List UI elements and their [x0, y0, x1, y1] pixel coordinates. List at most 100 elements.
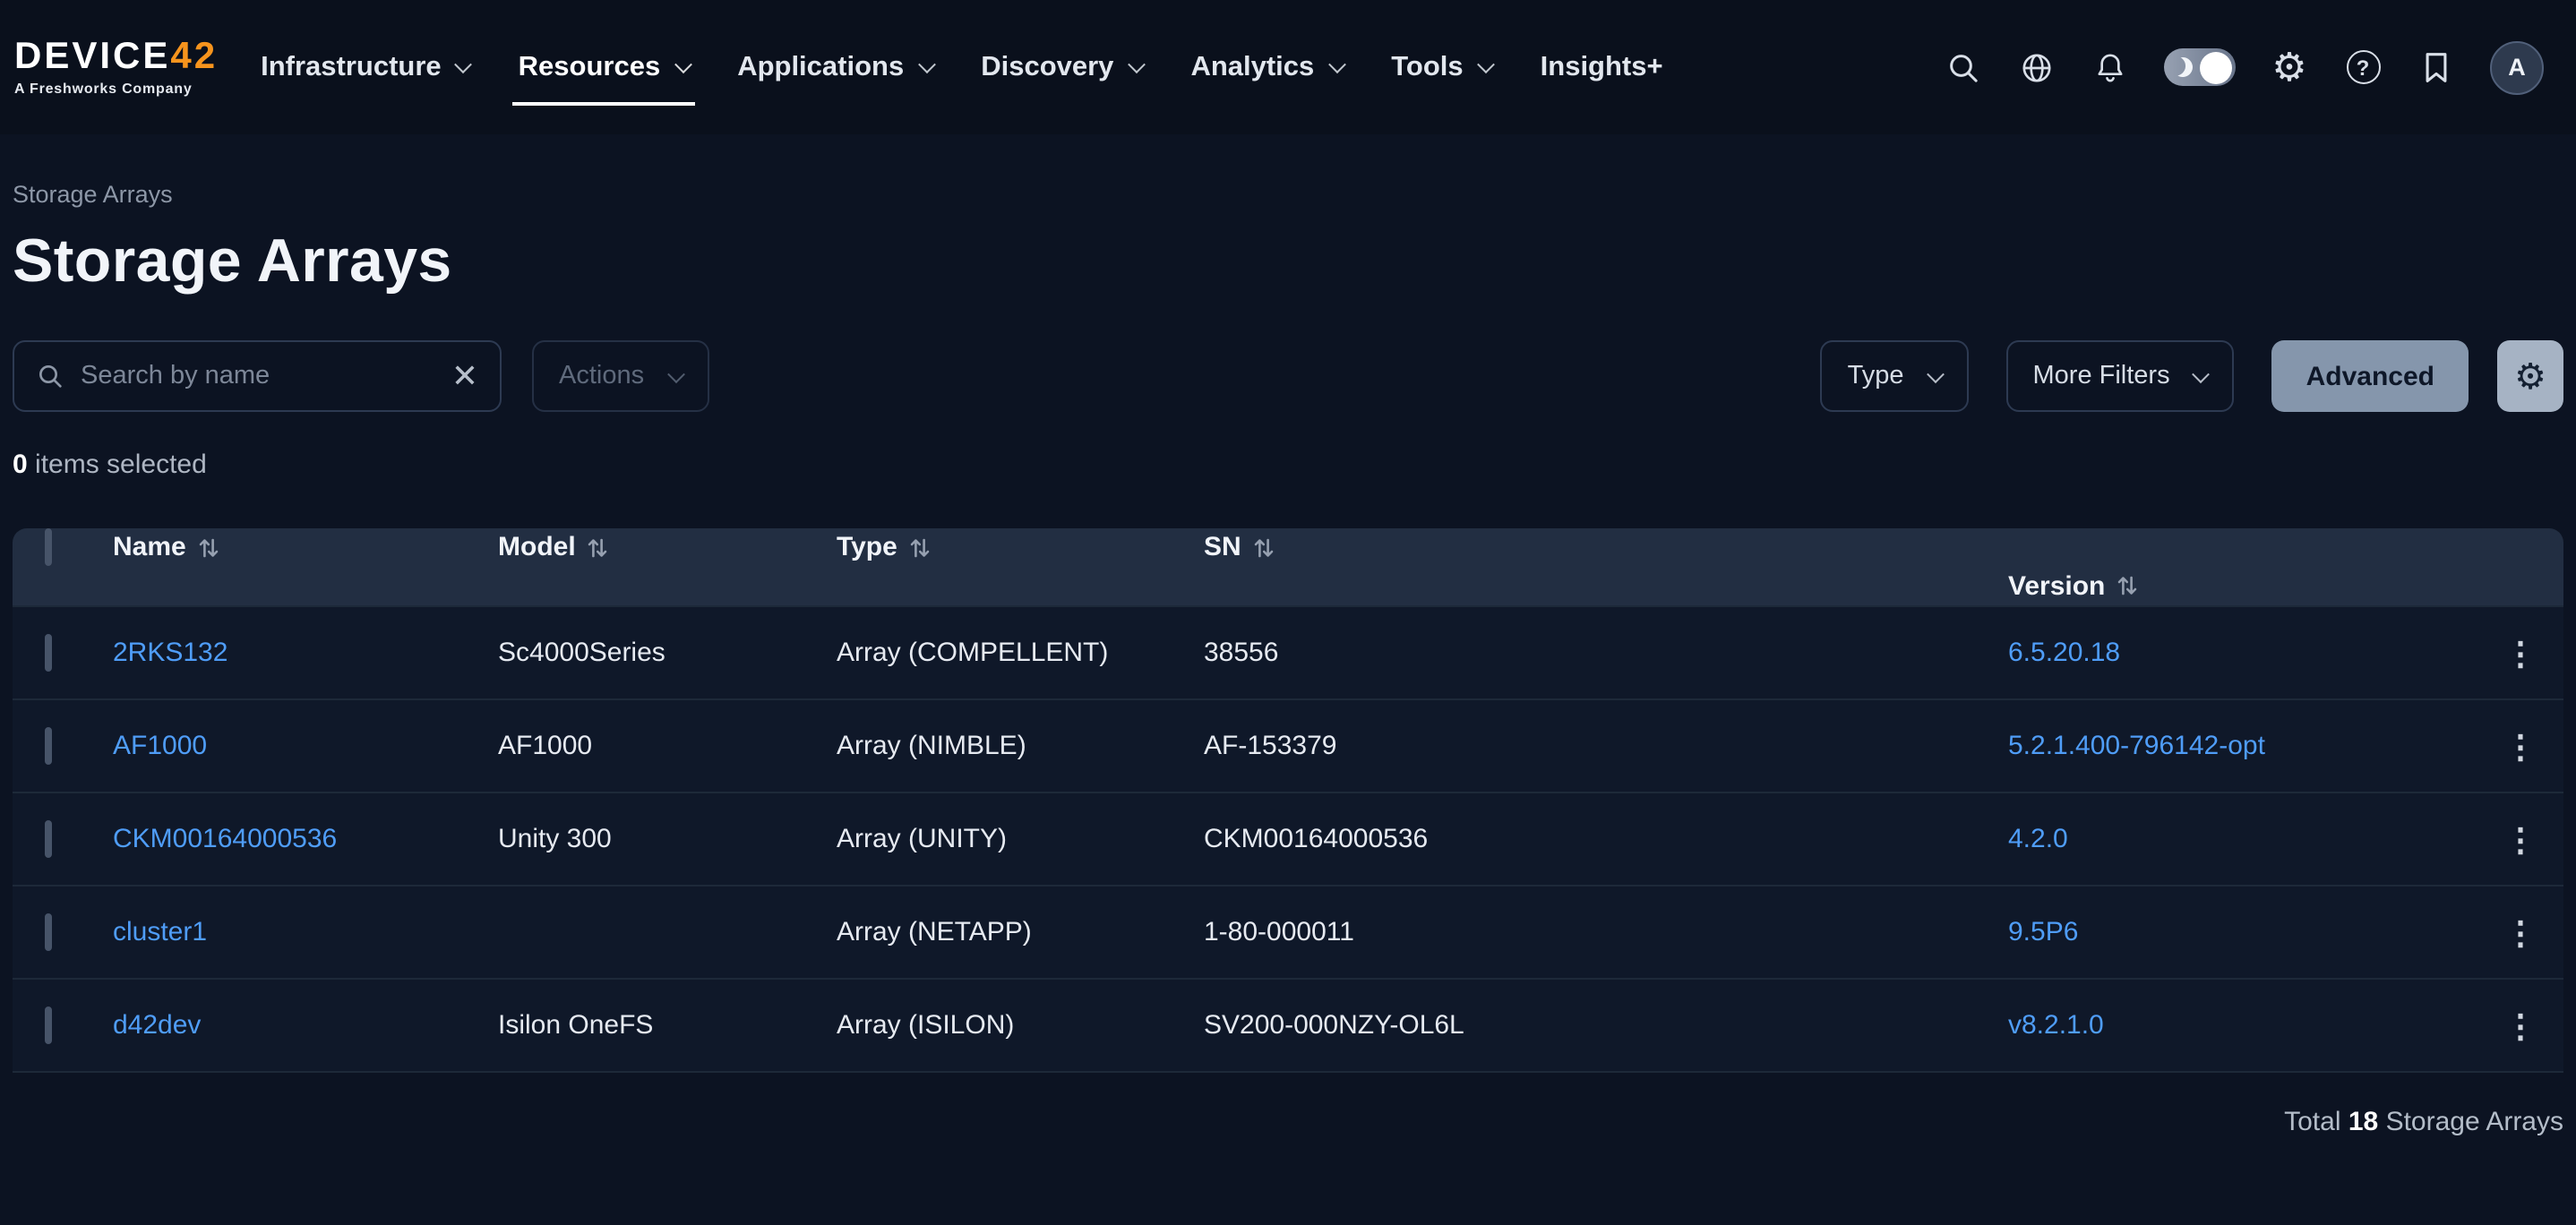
cell-sn: CKM00164000536 — [1204, 824, 2008, 854]
search-input[interactable] — [81, 362, 435, 390]
column-header-name[interactable]: Name — [113, 533, 498, 563]
gear-icon: ⚙ — [2514, 354, 2546, 398]
top-nav: DEVICE42 A Freshworks Company Infrastruc… — [0, 0, 2576, 134]
total-suffix: Storage Arrays — [2386, 1107, 2563, 1137]
help-icon[interactable]: ? — [2343, 46, 2383, 89]
toggle-knob — [2200, 51, 2232, 83]
column-header-type[interactable]: Type — [837, 533, 1204, 563]
cell-version-link[interactable]: 9.5P6 — [2008, 917, 2477, 947]
bookmark-icon[interactable] — [2417, 46, 2456, 89]
theme-toggle[interactable] — [2164, 48, 2236, 86]
nav-item-tools[interactable]: Tools — [1391, 0, 1491, 134]
cell-type: Array (COMPELLENT) — [837, 638, 1204, 668]
row-checkbox[interactable] — [45, 634, 52, 672]
settings-gear-icon[interactable]: ⚙ — [2270, 46, 2309, 89]
row-checkbox[interactable] — [45, 913, 52, 951]
search-icon — [36, 362, 64, 390]
nav-item-insights-plus[interactable]: Insights+ — [1541, 0, 1663, 134]
notifications-bell-icon[interactable] — [2091, 46, 2130, 89]
table-row: 2RKS132 Sc4000Series Array (COMPELLENT) … — [13, 605, 2563, 698]
table-settings-button[interactable]: ⚙ — [2497, 340, 2563, 412]
column-header-version[interactable]: Version — [2008, 571, 2477, 602]
nav-item-label: Applications — [737, 51, 904, 83]
type-filter-dropdown[interactable]: Type — [1821, 340, 1969, 412]
nav-item-label: Infrastructure — [261, 51, 442, 83]
cell-name-link[interactable]: AF1000 — [113, 731, 498, 761]
cell-sn: 38556 — [1204, 638, 2008, 668]
cell-version-link[interactable]: 5.2.1.400-796142-opt — [2008, 731, 2477, 761]
logo-main-text: DEVICE — [14, 36, 170, 77]
sort-icon — [1254, 537, 1274, 559]
cell-version-link[interactable]: v8.2.1.0 — [2008, 1010, 2477, 1041]
sort-icon — [910, 537, 930, 559]
more-filters-label: More Filters — [2033, 362, 2170, 390]
nav-item-applications[interactable]: Applications — [737, 0, 932, 134]
cell-name-link[interactable]: cluster1 — [113, 917, 498, 947]
cell-name-link[interactable]: CKM00164000536 — [113, 824, 498, 854]
type-filter-label: Type — [1848, 362, 1904, 390]
nav-item-analytics[interactable]: Analytics — [1190, 0, 1343, 134]
cell-type: Array (NETAPP) — [837, 917, 1204, 947]
nav-utilities: ⚙ ? A — [1944, 40, 2544, 94]
cell-version-link[interactable]: 4.2.0 — [2008, 824, 2477, 854]
actions-dropdown[interactable]: Actions — [532, 340, 708, 412]
device42-logo[interactable]: DEVICE42 A Freshworks Company — [14, 38, 218, 97]
cell-model: AF1000 — [498, 731, 837, 761]
chevron-down-icon — [1477, 56, 1495, 73]
table-row: AF1000 AF1000 Array (NIMBLE) AF-153379 5… — [13, 698, 2563, 792]
cell-sn: SV200-000NZY-OL6L — [1204, 1010, 2008, 1041]
total-prefix: Total — [2284, 1107, 2340, 1137]
storage-arrays-table: Name Model Type SN Version — [13, 528, 2563, 1073]
chevron-down-icon — [917, 56, 935, 73]
table-row: CKM00164000536 Unity 300 Array (UNITY) C… — [13, 792, 2563, 885]
row-checkbox[interactable] — [45, 1007, 52, 1044]
cell-model: Unity 300 — [498, 824, 837, 854]
selection-label: items selected — [35, 450, 207, 480]
advanced-button[interactable]: Advanced — [2272, 340, 2469, 412]
nav-item-label: Discovery — [981, 51, 1113, 83]
chevron-down-icon — [674, 56, 691, 73]
toolbar: ✕ Actions Type More Filters Advanced ⚙ — [13, 340, 2563, 412]
cell-version-link[interactable]: 6.5.20.18 — [2008, 638, 2477, 668]
row-actions-kebab-icon[interactable]: ⋮ — [2477, 916, 2563, 948]
nav-item-label: Tools — [1391, 51, 1463, 83]
total-count-footer: Total 18 Storage Arrays — [13, 1107, 2563, 1137]
row-actions-kebab-icon[interactable]: ⋮ — [2477, 730, 2563, 762]
user-avatar[interactable]: A — [2490, 40, 2544, 94]
cell-model: Sc4000Series — [498, 638, 837, 668]
chevron-down-icon — [1927, 364, 1945, 382]
chevron-down-icon — [666, 364, 684, 382]
cell-type: Array (ISILON) — [837, 1010, 1204, 1041]
globe-icon[interactable] — [2017, 46, 2057, 89]
nav-item-infrastructure[interactable]: Infrastructure — [261, 0, 470, 134]
moon-icon — [2170, 55, 2195, 80]
nav-item-label: Insights+ — [1541, 51, 1663, 83]
chevron-down-icon — [1327, 56, 1345, 73]
cell-name-link[interactable]: 2RKS132 — [113, 638, 498, 668]
search-icon[interactable] — [1944, 46, 1983, 89]
row-checkbox[interactable] — [45, 727, 52, 765]
clear-search-icon[interactable]: ✕ — [451, 360, 478, 392]
more-filters-dropdown[interactable]: More Filters — [2006, 340, 2235, 412]
nav-item-resources[interactable]: Resources — [519, 0, 690, 134]
row-actions-kebab-icon[interactable]: ⋮ — [2477, 1009, 2563, 1041]
sort-icon — [199, 537, 219, 559]
cell-type: Array (NIMBLE) — [837, 731, 1204, 761]
breadcrumb[interactable]: Storage Arrays — [13, 181, 2563, 208]
nav-item-discovery[interactable]: Discovery — [981, 0, 1142, 134]
nav-item-label: Resources — [519, 51, 661, 83]
column-header-model[interactable]: Model — [498, 533, 837, 563]
row-checkbox[interactable] — [45, 820, 52, 858]
sort-icon — [2117, 576, 2137, 597]
main-content: Storage Arrays Storage Arrays ✕ Actions … — [0, 181, 2576, 1137]
filter-controls: Type More Filters Advanced ⚙ — [1821, 340, 2563, 412]
row-actions-kebab-icon[interactable]: ⋮ — [2477, 823, 2563, 855]
select-all-checkbox[interactable] — [45, 529, 52, 567]
table-header-row: Name Model Type SN Version — [13, 528, 2563, 605]
cell-model: Isilon OneFS — [498, 1010, 837, 1041]
cell-name-link[interactable]: d42dev — [113, 1010, 498, 1041]
row-actions-kebab-icon[interactable]: ⋮ — [2477, 637, 2563, 669]
chevron-down-icon — [1128, 56, 1146, 73]
sort-icon — [588, 537, 608, 559]
column-header-sn[interactable]: SN — [1204, 533, 2008, 563]
